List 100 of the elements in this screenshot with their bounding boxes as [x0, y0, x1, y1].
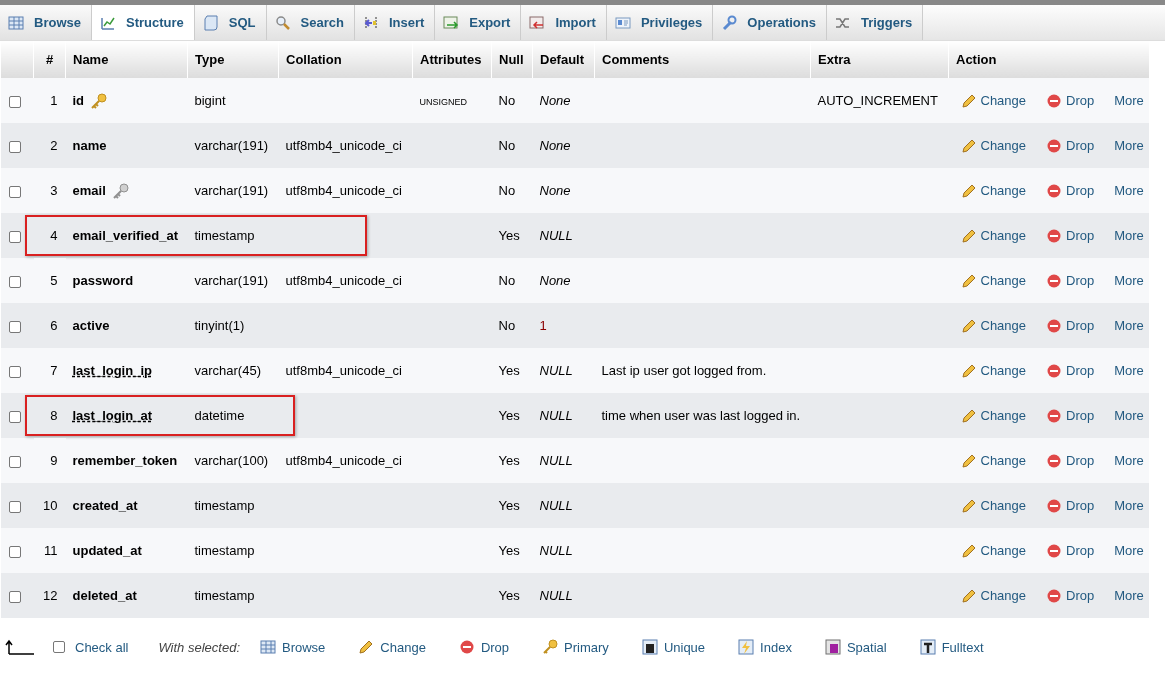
row-checkbox[interactable]: [8, 185, 21, 198]
tab[interactable]: Triggers: [826, 5, 924, 40]
more-link[interactable]: More: [1114, 273, 1144, 288]
index-icon: [738, 639, 755, 655]
change-link[interactable]: Change: [960, 452, 1027, 469]
arrow-icon: [5, 639, 35, 655]
drop-link[interactable]: Drop: [1046, 362, 1095, 379]
tab[interactable]: Search: [266, 5, 355, 40]
tab[interactable]: Insert: [354, 5, 436, 40]
bulk-action-button[interactable]: Change: [358, 639, 426, 655]
tab[interactable]: Structure: [91, 5, 195, 40]
table-cell: NULL: [539, 453, 573, 468]
drop-link[interactable]: Drop: [1046, 587, 1095, 604]
pencil-icon: [960, 272, 977, 289]
drop-link[interactable]: Drop: [1046, 317, 1095, 334]
row-checkbox[interactable]: [8, 500, 21, 513]
row-checkbox[interactable]: [8, 410, 21, 423]
column-name: active: [72, 318, 110, 333]
more-link[interactable]: More: [1114, 363, 1144, 378]
column-name: updated_at: [72, 543, 142, 558]
pencil-icon: [960, 317, 977, 334]
table-cell: UNSIGNED: [419, 97, 467, 107]
insert-icon: [362, 14, 379, 31]
check-all-link[interactable]: Check all: [75, 639, 129, 655]
tab[interactable]: Export: [435, 5, 522, 40]
more-link[interactable]: More: [1114, 408, 1144, 423]
table-cell: tinyint(1): [194, 318, 245, 333]
tab[interactable]: Operations: [713, 5, 827, 40]
change-link[interactable]: Change: [960, 182, 1027, 199]
row-checkbox[interactable]: [8, 140, 21, 153]
more-link[interactable]: More: [1114, 183, 1144, 198]
bulk-action-button[interactable]: Unique: [641, 639, 706, 655]
drop-link[interactable]: Drop: [1046, 407, 1095, 424]
table-cell: None: [539, 273, 571, 288]
more-link[interactable]: More: [1114, 228, 1144, 243]
tab[interactable]: Browse: [0, 5, 92, 40]
drop-link[interactable]: Drop: [1046, 452, 1095, 469]
bulk-action-button[interactable]: Primary: [542, 639, 609, 655]
more-link[interactable]: More: [1114, 318, 1144, 333]
table-cell: Yes: [498, 408, 520, 423]
bulk-action-button[interactable]: Fulltext: [919, 639, 984, 655]
drop-icon: [1046, 362, 1063, 379]
drop-link[interactable]: Drop: [1046, 182, 1095, 199]
column-name: id: [72, 93, 85, 108]
table-cell: timestamp: [194, 588, 255, 603]
drop-link[interactable]: Drop: [1046, 227, 1095, 244]
drop-link[interactable]: Drop: [1046, 497, 1095, 514]
table-cell: datetime: [194, 408, 245, 423]
change-link[interactable]: Change: [960, 587, 1027, 604]
column-name: email: [72, 183, 106, 198]
with-selected-label: With selected:: [158, 639, 240, 655]
change-link[interactable]: Change: [960, 362, 1027, 379]
table-cell: AUTO_INCREMENT: [817, 93, 938, 108]
row-checkbox[interactable]: [8, 275, 21, 288]
more-link[interactable]: More: [1114, 93, 1144, 108]
bulk-action-button[interactable]: Spatial: [824, 639, 887, 655]
tab[interactable]: SQL: [194, 5, 267, 40]
change-link[interactable]: Change: [960, 542, 1027, 559]
drop-link[interactable]: Drop: [1046, 542, 1095, 559]
more-link[interactable]: More: [1114, 498, 1144, 513]
row-number: 11: [44, 543, 58, 558]
drop-link[interactable]: Drop: [1046, 92, 1095, 109]
check-all-checkbox[interactable]: [53, 641, 65, 653]
table-cell: None: [539, 183, 571, 198]
bulk-action-button[interactable]: Index: [738, 639, 792, 655]
column-name: email_verified_at: [72, 228, 178, 243]
drop-icon: [458, 639, 475, 655]
change-link[interactable]: Change: [960, 407, 1027, 424]
row-checkbox[interactable]: [8, 230, 21, 243]
row-number: 12: [43, 588, 58, 603]
row-checkbox[interactable]: [8, 320, 21, 333]
row-checkbox[interactable]: [8, 545, 21, 558]
change-link[interactable]: Change: [960, 272, 1027, 289]
change-link[interactable]: Change: [960, 137, 1027, 154]
more-link[interactable]: More: [1114, 588, 1144, 603]
row-checkbox[interactable]: [8, 455, 21, 468]
bulk-action-button[interactable]: Browse: [260, 639, 326, 655]
more-link[interactable]: More: [1114, 138, 1144, 153]
row-number: 10: [43, 498, 58, 513]
table-cell: No: [498, 183, 516, 198]
change-link[interactable]: Change: [960, 317, 1027, 334]
more-link[interactable]: More: [1114, 543, 1144, 558]
tab[interactable]: Privileges: [606, 5, 714, 40]
unique-icon: [641, 639, 658, 655]
change-link[interactable]: Change: [960, 497, 1027, 514]
tab[interactable]: Import: [521, 5, 607, 40]
change-link[interactable]: Change: [960, 92, 1027, 109]
drop-link[interactable]: Drop: [1046, 137, 1095, 154]
row-checkbox[interactable]: [8, 590, 21, 603]
row-number: 5: [50, 273, 58, 288]
pencil-icon: [960, 182, 977, 199]
bulk-action-button[interactable]: Drop: [458, 639, 510, 655]
table-cell: utf8mb4_unicode_ci: [285, 453, 402, 468]
table-cell: utf8mb4_unicode_ci: [285, 183, 402, 198]
row-checkbox[interactable]: [8, 365, 21, 378]
drop-link[interactable]: Drop: [1046, 272, 1095, 289]
more-link[interactable]: More: [1114, 453, 1144, 468]
drop-icon: [1046, 407, 1063, 424]
row-checkbox[interactable]: [8, 95, 21, 108]
change-link[interactable]: Change: [960, 227, 1027, 244]
